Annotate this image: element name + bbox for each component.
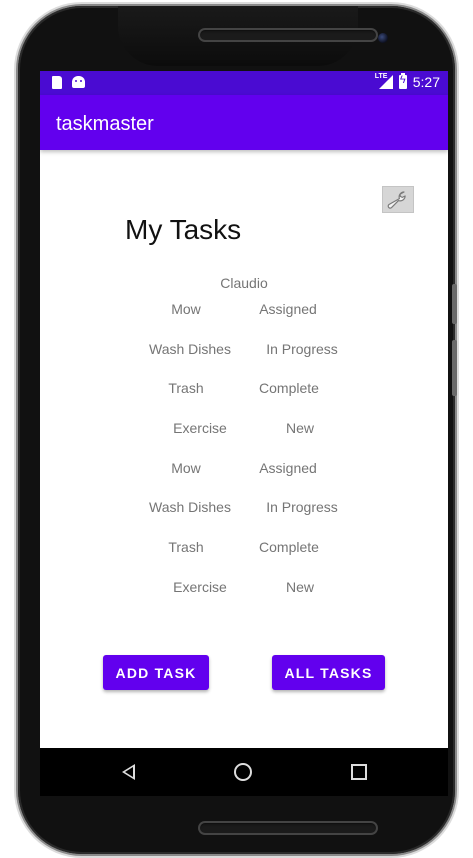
android-icon [72,76,85,88]
side-button-lower [452,340,457,396]
page-title: My Tasks [125,214,242,245]
task-title[interactable]: Mow [171,460,201,476]
username-label: Claudio [220,275,268,291]
task-status[interactable]: In Progress [266,499,338,515]
task-title[interactable]: Exercise [173,579,227,595]
wrench-icon [387,190,406,209]
network-type-label: LTE [374,73,388,80]
task-status[interactable]: In Progress [266,341,338,357]
task-title[interactable]: Trash [168,380,203,396]
settings-button[interactable] [382,186,414,213]
sd-card-icon [52,76,62,89]
navigation-bar [40,748,448,796]
lte-signal-icon: LTE [374,73,393,89]
task-title[interactable]: Trash [168,539,203,555]
task-title[interactable]: Wash Dishes [149,341,231,357]
home-icon[interactable] [234,763,252,781]
status-bar: LTE 5:27 [40,71,448,95]
task-status[interactable]: Assigned [259,301,317,317]
task-status[interactable]: Assigned [259,460,317,476]
back-icon[interactable] [122,764,135,780]
battery-charging-icon [398,73,407,89]
task-title[interactable]: Exercise [173,420,227,436]
side-button-upper [452,284,457,324]
bottom-speaker [198,821,378,835]
task-status[interactable]: New [286,579,314,595]
status-time: 5:27 [412,74,440,90]
task-status[interactable]: Complete [259,539,319,555]
task-title[interactable]: Mow [171,301,201,317]
device-screen: LTE 5:27 taskmaster My Tasks Claudio Mow… [40,71,448,796]
task-status[interactable]: Complete [259,380,319,396]
recents-icon[interactable] [351,764,367,780]
task-status[interactable]: New [286,420,314,436]
app-title: taskmaster [56,113,154,135]
app-bar: taskmaster [40,95,448,150]
task-title[interactable]: Wash Dishes [149,499,231,515]
front-camera [378,33,388,43]
earpiece-speaker [198,28,378,42]
all-tasks-button[interactable]: ALL TASKS [272,655,385,690]
add-task-button[interactable]: ADD TASK [103,655,209,690]
